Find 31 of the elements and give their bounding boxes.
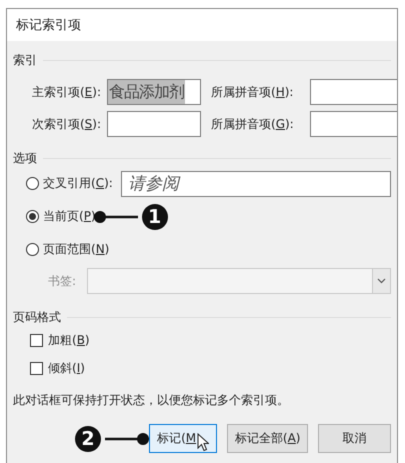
callout-badge: 1	[142, 204, 168, 230]
radio-button[interactable]	[26, 210, 39, 223]
field-label: 次索引项(S):	[30, 116, 102, 132]
dialog-button[interactable]: 标记全部(A)	[227, 424, 308, 453]
dialog-button[interactable]: 取消	[318, 424, 391, 453]
input-field[interactable]: 食品添加剂	[107, 79, 201, 105]
info-text: 此对话框可保持打开状态，以便您标记多个索引项。	[13, 392, 290, 409]
section-title: 索引	[13, 52, 37, 68]
input-field[interactable]	[310, 79, 397, 105]
radio-button[interactable]	[26, 177, 39, 190]
chevron-down-icon	[377, 278, 386, 284]
radio-button[interactable]	[26, 243, 39, 256]
checkbox[interactable]	[30, 334, 43, 346]
radio-label[interactable]: 当前页(P)	[43, 208, 96, 225]
radio-label[interactable]: 页面范围(N)	[43, 241, 110, 258]
checkbox[interactable]	[30, 362, 43, 374]
field-label: 所属拼音项(G):	[210, 116, 295, 132]
field-label: 主索引项(E):	[30, 84, 102, 100]
window-title: 标记索引项	[16, 17, 81, 34]
checkbox-label[interactable]: 加粗(B)	[48, 332, 90, 348]
checkbox-label[interactable]: 倾斜(I)	[48, 360, 85, 376]
input-field[interactable]	[107, 111, 201, 137]
callout-badge: 2	[75, 426, 101, 452]
radio-label[interactable]: 交叉引用(C):	[43, 175, 113, 192]
section-title: 选项	[13, 150, 37, 166]
dialog-button[interactable]: 标记(M	[149, 424, 218, 453]
section-title: 页码格式	[13, 308, 61, 326]
bookmark-label: 书签:	[48, 272, 78, 290]
input-field[interactable]: 请参阅	[120, 170, 391, 196]
input-field[interactable]	[310, 111, 397, 137]
field-label: 所属拼音项(H):	[210, 84, 294, 100]
